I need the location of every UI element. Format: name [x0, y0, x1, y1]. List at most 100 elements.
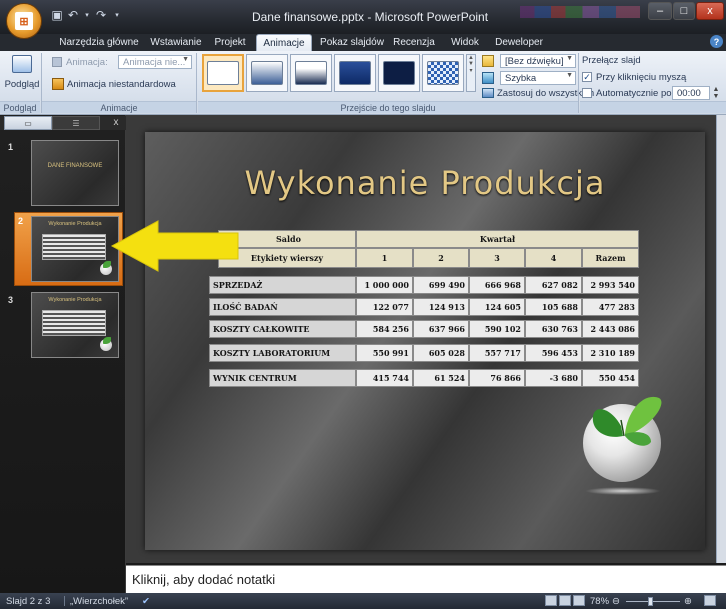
zoom-out-icon[interactable]: ⊖	[612, 595, 620, 607]
table-cell: 2 993 540	[582, 276, 639, 294]
chevron-down-icon: ▼	[182, 56, 189, 63]
undo-icon[interactable]: ↶	[66, 6, 80, 24]
save-icon[interactable]: ▣	[50, 6, 64, 24]
slide-thumbnail-1[interactable]: DANE FINANSOWE	[31, 140, 119, 206]
table-cell: 124 605	[469, 298, 525, 316]
table-cell: 550 991	[356, 344, 413, 362]
preview-label: Podgląd	[4, 79, 40, 90]
table-cell: 590 102	[469, 320, 525, 338]
slide-thumbnail-2[interactable]: Wykonanie Produkcja	[31, 216, 119, 282]
slides-tab[interactable]: ▭	[4, 116, 52, 130]
undo-dropdown-icon[interactable]: ▾	[82, 6, 92, 24]
transition-dissolve[interactable]	[422, 54, 464, 92]
tab-insert[interactable]: Wstawianie	[146, 34, 206, 51]
maximize-button[interactable]: □	[673, 2, 695, 20]
transition-fade-black[interactable]	[290, 54, 332, 92]
on-click-label: Przy kliknięciu myszą	[596, 72, 687, 83]
table-header-kwartal: Kwartał	[356, 230, 639, 248]
table-cell: 2 310 189	[582, 344, 639, 362]
table-row-label: ILOŚĆ BADAŃ	[209, 298, 356, 316]
table-column-header: 3	[469, 248, 525, 268]
thumbnail-title: Wykonanie Produkcja	[48, 221, 102, 227]
outline-tab[interactable]: ☰	[52, 116, 100, 130]
apply-to-all-button[interactable]: Zastosuj do wszystkich	[497, 88, 594, 99]
fit-to-window-button[interactable]	[704, 595, 716, 606]
slideshow-view-button[interactable]	[573, 595, 585, 606]
office-button[interactable]: ⊞	[6, 3, 42, 39]
table-column-header: Razem	[582, 248, 639, 268]
slides-pane-tabs: ▭ ☰ x	[0, 116, 126, 130]
on-click-checkbox[interactable]: ✓	[582, 72, 592, 82]
animations-group-label: Animacje	[42, 101, 196, 113]
transition-none[interactable]	[202, 54, 244, 92]
gallery-scroll[interactable]: ▲ ▼ ▾	[466, 54, 476, 92]
tab-slide-show[interactable]: Pokaz slajdów	[316, 34, 388, 51]
transition-preview	[295, 61, 327, 85]
tab-review[interactable]: Recenzja	[390, 34, 438, 51]
spell-check-icon[interactable]: ✔	[142, 595, 150, 607]
transition-cut[interactable]	[334, 54, 376, 92]
transition-preview	[427, 61, 459, 85]
preview-group-label: Podgląd	[0, 101, 40, 113]
auto-advance-time-input[interactable]: 00:00	[672, 86, 710, 100]
transition-fade[interactable]	[246, 54, 288, 92]
tab-animations[interactable]: Animacje	[256, 34, 312, 51]
customize-qat-icon[interactable]: ▾	[112, 6, 122, 24]
thumbnail-logo	[100, 337, 112, 351]
close-pane-icon[interactable]: x	[110, 117, 122, 129]
chevron-down-icon: ▼	[566, 55, 573, 62]
table-row-label: WYNIK CENTRUM	[209, 369, 356, 387]
custom-animation-button[interactable]: Animacja niestandardowa	[67, 79, 176, 90]
table-column-header: 1	[356, 248, 413, 268]
apply-all-icon	[482, 88, 494, 98]
table-cell: 637 966	[413, 320, 469, 338]
thumbnail-title: DANE FINANSOWE	[47, 163, 103, 169]
notes-field[interactable]: Kliknij, aby dodać notatki	[126, 565, 726, 593]
table-row-label: KOSZTY LABORATORIUM	[209, 344, 356, 362]
transition-sound-dropdown[interactable]: [Bez dźwięku] ▼	[500, 54, 576, 68]
table-cell: 1 000 000	[356, 276, 413, 294]
office-logo-icon: ⊞	[15, 12, 33, 30]
zoom-slider[interactable]	[626, 601, 680, 602]
slide-title[interactable]: Wykonanie Produkcja	[145, 164, 705, 202]
transition-preview	[339, 61, 371, 85]
table-cell: 605 028	[413, 344, 469, 362]
help-icon[interactable]: ?	[710, 35, 723, 48]
theme-name: „Wierzchołek”	[70, 595, 129, 607]
advance-slide-heading: Przełącz slajd	[582, 55, 641, 66]
thumbnail-table	[42, 234, 106, 260]
tab-view[interactable]: Widok	[448, 34, 482, 51]
time-spinner[interactable]: ▲ ▼	[711, 86, 721, 100]
tab-home[interactable]: Narzędzia główne	[52, 34, 146, 51]
group-divider	[196, 53, 197, 113]
normal-view-button[interactable]	[545, 595, 557, 606]
slide-number: 3	[8, 295, 14, 305]
thumbnail-table	[42, 310, 106, 336]
table-cell: 2 443 086	[582, 320, 639, 338]
zoom-level[interactable]: 78%	[590, 595, 609, 607]
zoom-in-icon[interactable]: ⊕	[684, 595, 692, 607]
preview-button[interactable]: Podgląd	[4, 55, 40, 99]
auto-advance-label: Automatycznie po:	[596, 88, 675, 99]
tab-developer[interactable]: Deweloper	[492, 34, 546, 51]
transition-cut-black[interactable]	[378, 54, 420, 92]
notes-placeholder: Kliknij, aby dodać notatki	[132, 572, 276, 587]
transition-group-label: Przejście do tego slajdu	[198, 101, 578, 113]
slide-sorter-view-button[interactable]	[559, 595, 571, 606]
vertical-scrollbar[interactable]	[716, 115, 726, 563]
sound-icon	[482, 55, 494, 67]
status-divider	[64, 596, 65, 606]
zoom-slider-thumb[interactable]	[648, 597, 653, 606]
ribbon: Podgląd Podgląd Animacja: Animacja nie..…	[0, 51, 726, 115]
redo-icon[interactable]: ↷	[94, 6, 108, 24]
table-cell: 550 454	[582, 369, 639, 387]
transition-speed-dropdown[interactable]: Szybka ▼	[500, 71, 576, 85]
slide-thumbnail-3[interactable]: Wykonanie Produkcja	[31, 292, 119, 358]
animate-dropdown[interactable]: Animacja nie... ▼	[118, 55, 192, 69]
slide-number: 2	[18, 216, 24, 226]
auto-advance-checkbox[interactable]	[582, 88, 592, 98]
tab-design[interactable]: Projekt	[208, 34, 252, 51]
close-button[interactable]: x	[696, 2, 724, 20]
minimize-button[interactable]: –	[648, 2, 672, 20]
slide-canvas[interactable]: Wykonanie Produkcja Saldo Kwartał Etykie…	[145, 132, 705, 550]
